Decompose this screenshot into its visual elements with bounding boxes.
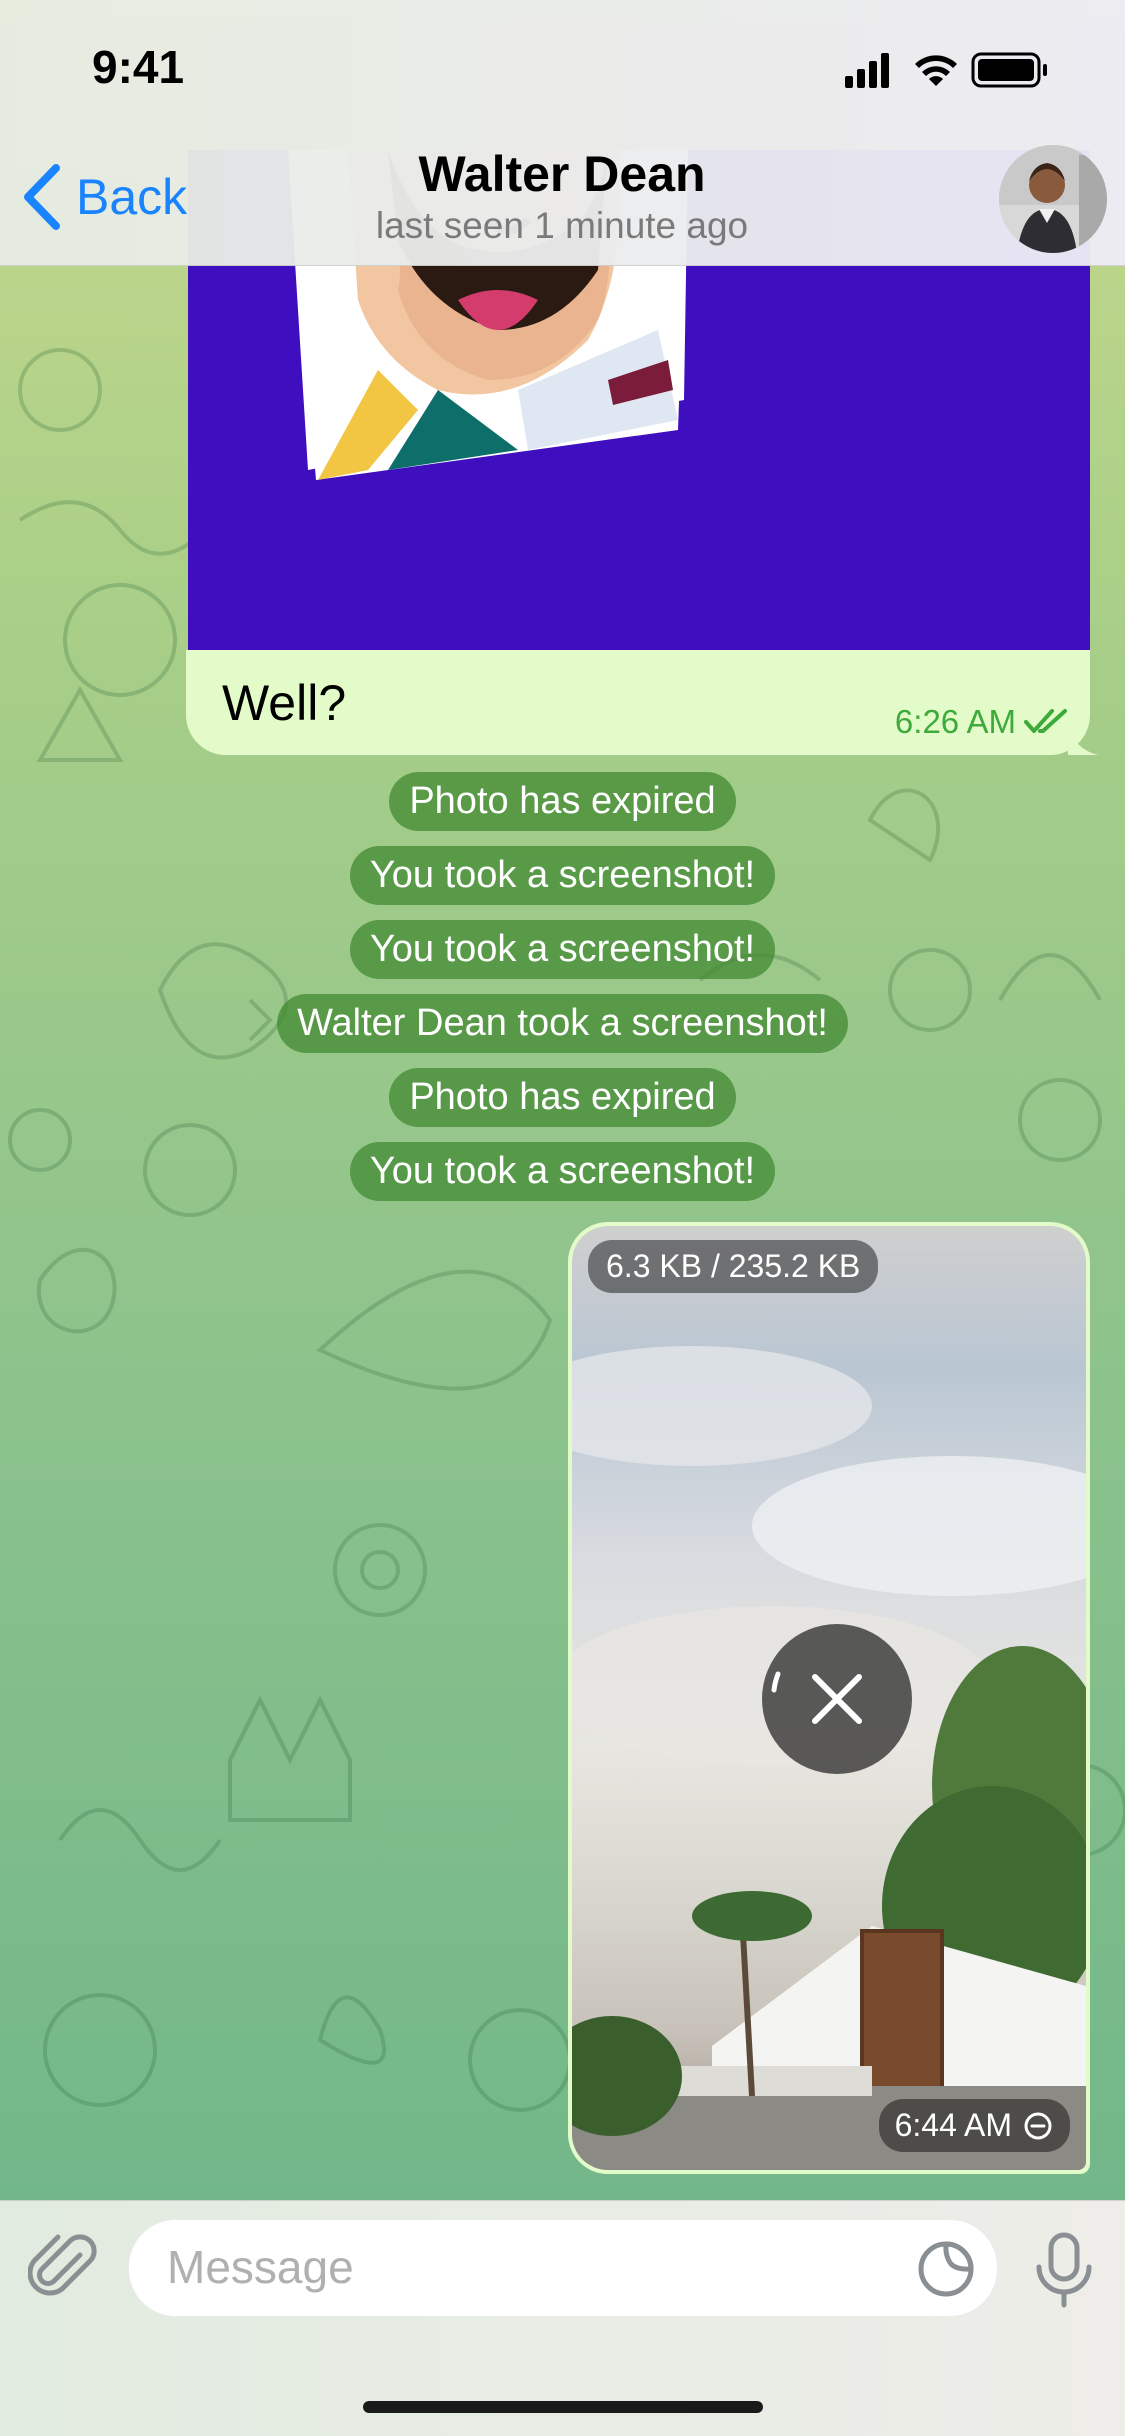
back-label: Back	[76, 169, 188, 225]
cellular-signal-icon	[845, 53, 889, 88]
service-message-text: You took a screenshot!	[349, 846, 776, 905]
chevron-left-icon	[24, 164, 60, 230]
service-message: Photo has expired	[0, 772, 1125, 831]
message-photo[interactable]: 6.3 KB / 235.2 KB 6:44 AM	[572, 1226, 1086, 2170]
paperclip-icon[interactable]	[28, 2233, 100, 2305]
message-meta: 6:26 AM	[895, 703, 1068, 741]
avatar-photo	[999, 145, 1107, 253]
service-message: You took a screenshot!	[0, 1142, 1125, 1201]
self-destruct-timer-icon	[1024, 2112, 1052, 2139]
chat-screen: 9:41 Back Walter Dean last seen 1 minute…	[0, 0, 1125, 2436]
navigation-header: 9:41 Back Walter Dean last seen 1 minute…	[0, 0, 1125, 266]
chat-title[interactable]: Walter Dean	[262, 145, 862, 203]
service-message: You took a screenshot!	[0, 920, 1125, 979]
service-message: Photo has expired	[0, 1068, 1125, 1127]
back-button[interactable]: Back	[22, 162, 187, 232]
progress-arc-icon	[771, 1671, 781, 1693]
service-message-text: You took a screenshot!	[349, 1142, 776, 1201]
bubble-tail	[1068, 725, 1098, 755]
avatar[interactable]	[999, 145, 1107, 253]
message-placeholder: Message	[167, 2241, 354, 2293]
read-double-check-icon	[1024, 709, 1067, 733]
service-message-text: Photo has expired	[389, 1068, 736, 1127]
wifi-icon	[915, 55, 957, 86]
cancel-download-button[interactable]	[762, 1624, 912, 1774]
home-indicator	[363, 2401, 763, 2413]
battery-icon	[971, 52, 1047, 88]
sticker-icon[interactable]	[917, 2240, 975, 2298]
service-message: Walter Dean took a screenshot!	[0, 994, 1125, 1053]
download-progress-badge: 6.3 KB / 235.2 KB	[588, 1240, 879, 1293]
status-icons	[845, 52, 1047, 88]
message-time-badge: 6:44 AM	[878, 2099, 1070, 2152]
message-bubble[interactable]: Well? 6:26 AM	[186, 650, 1098, 755]
service-message: You took a screenshot!	[0, 846, 1125, 905]
message-time: 6:26 AM	[894, 703, 1016, 740]
service-message-text: Photo has expired	[389, 772, 736, 831]
message-caption: Well?	[222, 675, 347, 731]
status-time: 9:41	[92, 41, 185, 93]
service-message-text: You took a screenshot!	[349, 920, 776, 979]
message-input-bar: Message	[0, 2200, 1125, 2436]
outgoing-photo-message[interactable]: 6.3 KB / 235.2 KB 6:44 AM	[568, 1222, 1090, 2174]
microphone-icon[interactable]	[1031, 2231, 1097, 2309]
last-seen-status: last seen 1 minute ago	[375, 205, 749, 246]
service-message-text: Walter Dean took a screenshot!	[277, 994, 848, 1053]
message-time: 6:44 AM	[894, 2107, 1012, 2143]
message-input[interactable]: Message	[128, 2219, 998, 2317]
